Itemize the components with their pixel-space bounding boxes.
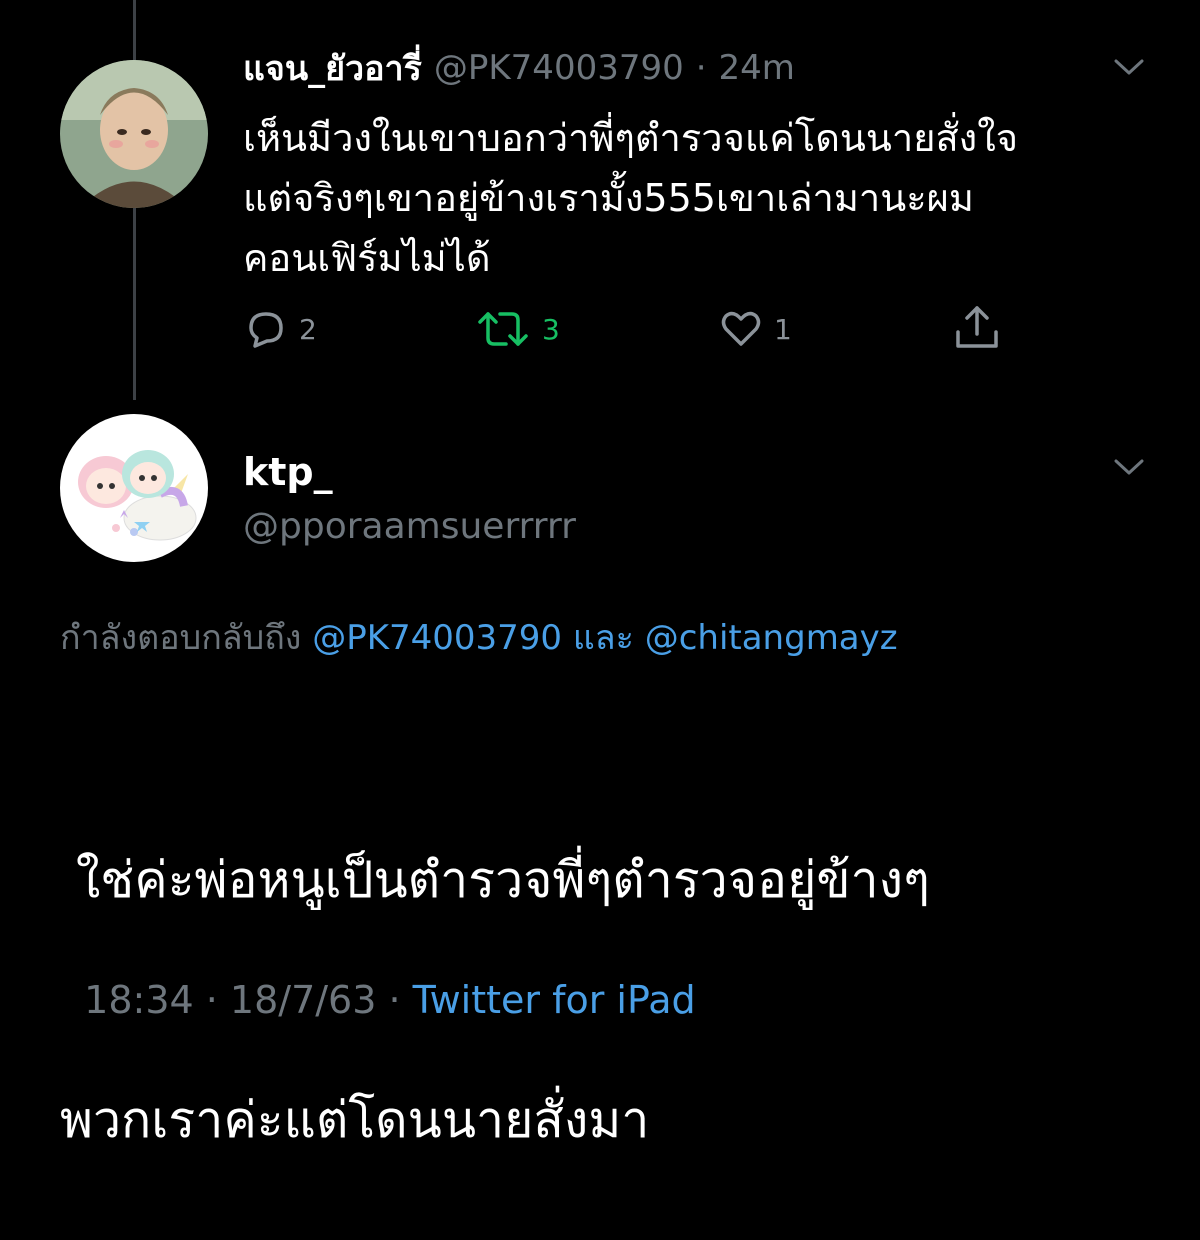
time-ago[interactable]: 24m — [719, 48, 795, 88]
tweet-text-line: คอนเฟิร์มไม่ได้ — [243, 236, 491, 280]
avatar[interactable] — [60, 414, 208, 562]
tweet-meta: 18:34 · 18/7/63 · Twitter for iPad — [60, 934, 696, 1022]
mention-link[interactable]: @PK74003790 — [312, 618, 562, 658]
mention-and[interactable]: และ — [573, 618, 634, 658]
handle[interactable]: @PK74003790 — [434, 48, 684, 88]
separator: · — [695, 48, 707, 88]
tweet-text: เห็นมีวงในเขาบอกว่าพี่ๆตำรวจแค่โดนนายสั่… — [243, 108, 1018, 288]
replying-to-prefix: กำลังตอบกลับถึง — [60, 618, 302, 658]
display-name[interactable]: ktp_ — [243, 450, 333, 494]
reply-count: 2 — [299, 312, 317, 346]
tweet-text-line: ใช่ค่ะพ่อหนูเป็นตำรวจพี่ๆตำรวจอยู่ข้างๆ — [60, 851, 930, 909]
mention-link[interactable]: @chitangmayz — [645, 618, 898, 658]
tweet-header: แจน_ยัวอารี่ @PK74003790 · 24m — [243, 46, 795, 90]
share-icon — [956, 306, 998, 348]
display-name[interactable]: แจน_ยัวอารี่ — [243, 41, 422, 95]
share-button[interactable] — [952, 302, 1002, 352]
timestamp[interactable]: 18:34 · 18/7/63 · — [84, 978, 412, 1022]
tweet-text-line: แต่จริงๆเขาอยู่ข้างเรามั้ง555เขาเล่ามานะ… — [243, 176, 974, 220]
source-link[interactable]: Twitter for iPad — [413, 978, 696, 1022]
like-count: 1 — [774, 312, 792, 346]
retweet-count: 3 — [542, 312, 560, 346]
like-button[interactable]: 1 — [718, 306, 792, 352]
avatar[interactable] — [60, 60, 208, 208]
retweet-icon — [478, 312, 528, 346]
heart-icon — [721, 311, 761, 346]
reply-icon — [249, 312, 283, 348]
tweet-text-line: พวกเราค่ะแต่โดนนายสั่งมา — [60, 1091, 650, 1149]
reply-button[interactable]: 2 — [243, 306, 317, 352]
tweet-text-line: เห็นมีวงในเขาบอกว่าพี่ๆตำรวจแค่โดนนายสั่… — [243, 116, 1019, 160]
retweet-button[interactable]: 3 — [474, 306, 560, 352]
chevron-down-icon[interactable] — [1112, 456, 1146, 478]
chevron-down-icon[interactable] — [1112, 56, 1146, 78]
replying-to: กำลังตอบกลับถึง @PK74003790 และ @chitang… — [60, 610, 898, 664]
handle[interactable]: @pporaamsuerrrrr — [243, 506, 576, 547]
